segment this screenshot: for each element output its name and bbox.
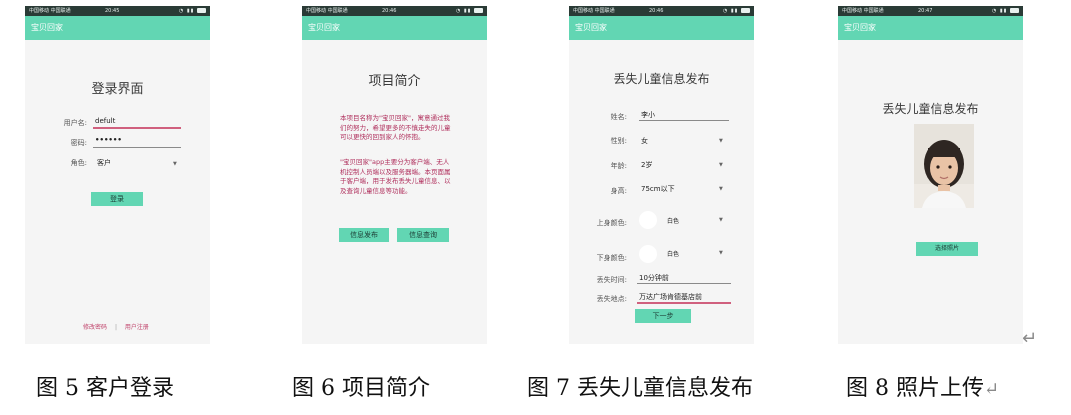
app-bar-title: 宝贝回家 xyxy=(838,16,1023,40)
phone-lost-info-screen: 中国移动 中国联通 20:46 ◔ ▮▮ 宝贝回家 丢失儿童信息发布 姓名: 李… xyxy=(569,6,754,344)
query-info-button[interactable]: 信息查询 xyxy=(397,228,449,242)
change-password-link[interactable]: 修改密码 xyxy=(83,324,107,331)
dropdown-arrow-icon[interactable]: ▼ xyxy=(719,217,723,223)
lower-color-label: 下身颜色: xyxy=(596,254,627,262)
paragraph-return-mark: ↵ xyxy=(1022,328,1038,349)
page-title: 登录界面 xyxy=(91,82,144,97)
app-bar-title: 宝贝回家 xyxy=(25,16,210,40)
name-label: 姓名: xyxy=(610,113,627,121)
dropdown-arrow-icon[interactable]: ▼ xyxy=(719,250,723,256)
age-label: 年龄: xyxy=(610,162,627,170)
role-label: 角色: xyxy=(70,159,87,167)
status-bar: 中国移动 中国联通 20:47 ◔ ▮▮ xyxy=(838,6,1023,16)
upper-color-select[interactable]: 白色 xyxy=(667,216,679,225)
upper-color-swatch[interactable] xyxy=(639,211,657,229)
lost-time-label: 丢失时间: xyxy=(596,276,627,284)
lost-place-label: 丢失地点: xyxy=(596,295,627,303)
app-bar-title: 宝贝回家 xyxy=(302,16,487,40)
lower-color-swatch[interactable] xyxy=(639,245,657,263)
role-select[interactable]: 客户 xyxy=(97,158,111,168)
dropdown-arrow-icon[interactable]: ▼ xyxy=(719,186,723,192)
caption-figure-5: 图 5 客户登录 xyxy=(36,376,174,401)
caption-figure-8-text: 图 8 照片上传 xyxy=(846,376,984,401)
username-label: 用户名: xyxy=(63,119,87,127)
clock: 20:47 xyxy=(918,8,933,14)
password-underline xyxy=(93,147,181,148)
gender-select[interactable]: 女 xyxy=(641,136,648,146)
phone-login-screen: 中国移动 中国联通 20:45 ◔ ▮▮ 宝贝回家 登录界面 用户名: defu… xyxy=(25,6,210,344)
clock: 20:46 xyxy=(382,8,397,14)
lost-time-input[interactable]: 10分钟前 xyxy=(639,273,669,283)
carrier-text: 中国移动 中国联通 xyxy=(29,8,71,14)
lower-color-select[interactable]: 白色 xyxy=(667,249,679,258)
app-bar-title: 宝贝回家 xyxy=(569,16,754,40)
page-title: 项目简介 xyxy=(368,74,421,89)
page-title: 丢失儿童信息发布 xyxy=(613,72,710,86)
dropdown-arrow-icon[interactable]: ▼ xyxy=(719,138,723,144)
password-label: 密码: xyxy=(70,139,87,147)
clock: 20:46 xyxy=(649,8,664,14)
signal-battery-icon: ◔ ▮▮ xyxy=(992,6,1019,16)
paragraph-return-mark: ↵ xyxy=(983,379,1000,400)
signal-battery-icon: ◔ ▮▮ xyxy=(179,6,206,16)
register-link[interactable]: 用户注册 xyxy=(125,324,149,331)
upper-color-label: 上身颜色: xyxy=(596,219,627,227)
dropdown-arrow-icon[interactable]: ▼ xyxy=(173,161,177,167)
lost-time-underline xyxy=(637,283,731,284)
carrier-text: 中国移动 中国联通 xyxy=(842,8,884,14)
intro-paragraph-2: "宝贝回家"app主要分为客户端、无人机控制人员端以及服务器端。本页面属于客户端… xyxy=(340,158,451,195)
gender-label: 性别: xyxy=(610,137,627,145)
phone-photo-upload-screen: 中国移动 中国联通 20:47 ◔ ▮▮ 宝贝回家 丢失儿童信息发布 选择照片 xyxy=(838,6,1023,344)
username-input[interactable]: defult xyxy=(95,117,115,125)
caption-figure-6: 图 6 项目简介 xyxy=(292,376,430,401)
status-bar: 中国移动 中国联通 20:45 ◔ ▮▮ xyxy=(25,6,210,16)
status-bar: 中国移动 中国联通 20:46 ◔ ▮▮ xyxy=(569,6,754,16)
link-separator: | xyxy=(114,324,117,331)
name-input[interactable]: 李小 xyxy=(641,110,655,120)
name-underline xyxy=(639,120,729,121)
child-photo xyxy=(914,124,974,208)
lost-place-underline xyxy=(637,302,731,304)
height-select[interactable]: 75cm以下 xyxy=(641,184,675,194)
intro-paragraph-1: 本项目名称为"宝贝回家"，寓意通过我们的努力，希望更多的不慎走失的儿童可以更快的… xyxy=(340,114,451,141)
publish-info-button[interactable]: 信息发布 xyxy=(339,228,389,242)
height-label: 身高: xyxy=(610,187,627,195)
carrier-text: 中国移动 中国联通 xyxy=(306,8,348,14)
signal-battery-icon: ◔ ▮▮ xyxy=(723,6,750,16)
username-underline xyxy=(93,127,181,129)
select-photo-button[interactable]: 选择照片 xyxy=(916,242,978,256)
caption-figure-7: 图 7 丢失儿童信息发布 xyxy=(527,376,753,401)
status-bar: 中国移动 中国联通 20:46 ◔ ▮▮ xyxy=(302,6,487,16)
page-title: 丢失儿童信息发布 xyxy=(882,102,979,116)
footer-links: 修改密码 | 用户注册 xyxy=(83,322,149,331)
caption-figure-8: 图 8 照片上传↵ xyxy=(846,370,999,402)
age-select[interactable]: 2岁 xyxy=(641,160,652,170)
signal-battery-icon: ◔ ▮▮ xyxy=(456,6,483,16)
phone-intro-screen: 中国移动 中国联通 20:46 ◔ ▮▮ 宝贝回家 项目简介 本项目名称为"宝贝… xyxy=(302,6,487,344)
password-input[interactable]: •••••• xyxy=(95,136,122,144)
clock: 20:45 xyxy=(105,8,120,14)
carrier-text: 中国移动 中国联通 xyxy=(573,8,615,14)
next-step-button[interactable]: 下一步 xyxy=(635,309,691,323)
dropdown-arrow-icon[interactable]: ▼ xyxy=(719,162,723,168)
login-button[interactable]: 登录 xyxy=(91,192,143,206)
lost-place-input[interactable]: 万达广场肯德基店前 xyxy=(639,292,702,302)
